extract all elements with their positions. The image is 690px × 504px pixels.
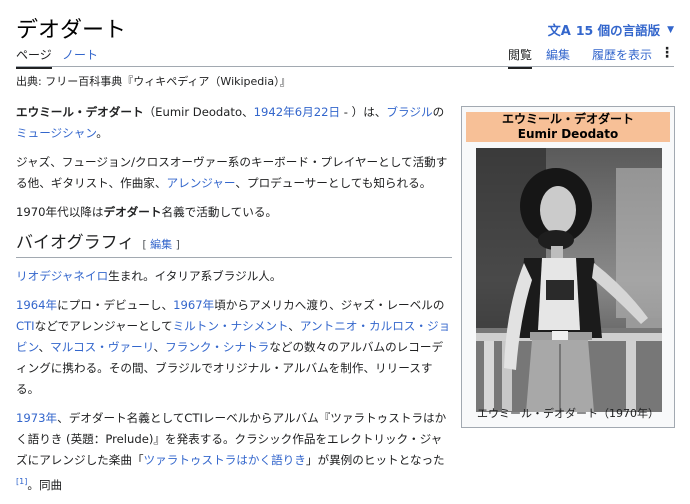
tab-page[interactable]: ページ <box>16 46 52 69</box>
reference-link[interactable]: [1] <box>16 477 27 486</box>
year-1964-link[interactable]: 1964年 <box>16 298 57 312</box>
language-button[interactable]: 文A 15 個の言語版 ▼ <box>548 20 674 39</box>
arranger-link[interactable]: アレンジャー <box>167 176 236 190</box>
musician-link[interactable]: ミュージシャン <box>16 126 96 140</box>
tab-read[interactable]: 閲覧 <box>507 46 532 69</box>
more-menu-icon[interactable]: ⋮ <box>660 45 674 61</box>
marcos-link[interactable]: マルコス・ヴァーリ <box>50 340 153 354</box>
translate-icon: 文A <box>547 24 571 39</box>
year-1967-link[interactable]: 1967年 <box>173 298 214 312</box>
infobox-header: エウミール・デオダート Eumir Deodato <box>466 112 670 142</box>
chevron-down-icon: ▼ <box>667 24 674 35</box>
cti-link[interactable]: CTI <box>16 319 35 333</box>
tab-bar: ページ ノート 閲覧 編集 履歴を表示 ⋮ <box>16 42 674 69</box>
paragraph-debut: 1964年にプロ・デビューし、1967年頃からアメリカへ渡り、ジャズ・レーベルの… <box>16 298 451 396</box>
paragraph-intro: エウミール・デオダート（Eumir Deodato、1942年6月22日 - ）… <box>16 105 445 140</box>
tab-edit[interactable]: 編集 <box>546 46 570 63</box>
paragraph-career: ジャズ、フュージョン/クロスオーヴァー系のキーボード・プレイヤーとして活動する他… <box>16 155 448 190</box>
subject-name: エウミール・デオダート <box>16 105 144 119</box>
source-line: 出典: フリー百科事典『ウィキペディア（Wikipedia）』 <box>16 75 291 88</box>
tab-note[interactable]: ノート <box>62 46 98 63</box>
section-heading-biography: バイオグラフィ[ 編集 ] <box>16 233 452 258</box>
infobox-caption: エウミール・デオダート（1970年） <box>477 407 659 420</box>
paragraph-birthplace: リオデジャネイロ生まれ。イタリア系ブラジル人。 <box>16 269 282 283</box>
infobox-name-ja: エウミール・デオダート <box>501 112 634 126</box>
infobox-name-en: Eumir Deodato <box>517 127 619 141</box>
zarathustra-link[interactable]: ツァラトゥストラはかく語りき <box>144 453 306 467</box>
edit-section-link[interactable]: 編集 <box>150 238 172 251</box>
language-button-label: 15 個の言語版 <box>575 23 661 38</box>
article-body: エウミール・デオダート（Eumir Deodato、1942年6月22日 - ）… <box>16 102 452 504</box>
paragraph-1973: 1973年、デオダート名義としてCTIレーベルからアルバム『ツァラトゥストラはか… <box>16 411 447 492</box>
rio-link[interactable]: リオデジャネイロ <box>16 269 108 283</box>
portrait-photo[interactable] <box>476 148 662 412</box>
paragraph-alias: 1970年代以降はデオダート名義で活動している。 <box>16 205 278 219</box>
tab-history[interactable]: 履歴を表示 <box>592 46 652 63</box>
page-title: デオダート <box>16 18 127 43</box>
infobox: エウミール・デオダート Eumir Deodato エウミール・デオダート（19… <box>461 106 675 428</box>
birthdate-link[interactable]: 1942年6月22日 <box>254 105 340 119</box>
section-edit: [ 編集 ] <box>142 238 180 251</box>
sinatra-link[interactable]: フランク・シナトラ <box>165 340 269 354</box>
brazil-link[interactable]: ブラジル <box>386 105 432 119</box>
milton-link[interactable]: ミルトン・ナシメント <box>173 319 289 333</box>
